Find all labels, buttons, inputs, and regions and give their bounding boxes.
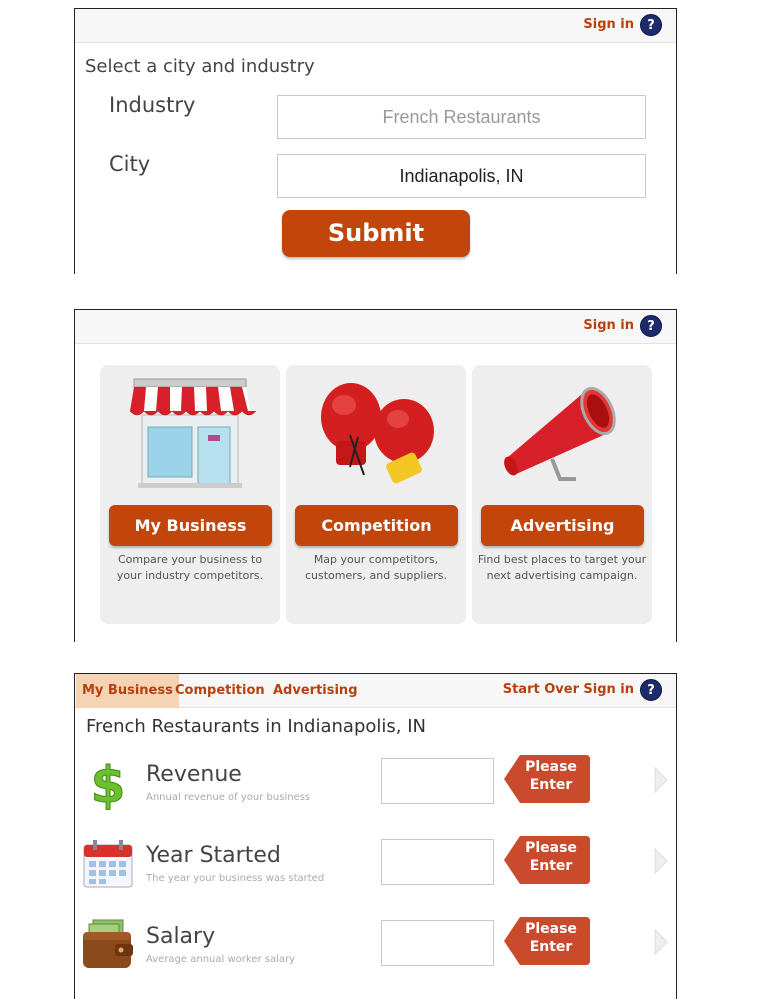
sign-in-link[interactable]: Sign in [583, 318, 634, 333]
card-description: Compare your business to your industry c… [116, 553, 264, 582]
boxing-gloves-icon [321, 383, 434, 484]
help-icon[interactable]: ? [640, 14, 662, 36]
row-subtitle: Annual revenue of your business [146, 792, 311, 803]
dollar-icon: $ [90, 756, 126, 810]
storefront-icon [129, 378, 257, 488]
row-subtitle: The year your business was started [146, 873, 325, 884]
revenue-row: $ Revenue Annual revenue of your busines… [75, 755, 676, 826]
tab-competition[interactable]: Competition [175, 674, 265, 708]
business-form-panel: My Business Competition Advertising Star… [74, 673, 677, 999]
competition-card[interactable]: Competition Map your competitors, custom… [286, 365, 466, 624]
row-title: Revenue [146, 762, 242, 787]
help-icon[interactable]: ? [640, 315, 662, 337]
please-enter-badge: Please Enter [525, 759, 577, 793]
submit-button[interactable]: Submit [282, 210, 470, 257]
top-bar: My Business Competition Advertising Star… [75, 674, 676, 708]
industry-input[interactable]: French Restaurants [277, 95, 646, 139]
top-bar: Sign in ? [75, 9, 676, 43]
card-description: Find best places to target your next adv… [477, 553, 647, 582]
row-subtitle: Average annual worker salary [146, 954, 296, 965]
year-started-input[interactable] [381, 839, 494, 885]
my-business-button[interactable]: My Business [109, 505, 272, 546]
competition-button[interactable]: Competition [295, 505, 458, 546]
advertising-button[interactable]: Advertising [481, 505, 644, 546]
city-industry-panel: Sign in ? Select a city and industry Ind… [74, 8, 677, 274]
row-title: Salary [146, 924, 216, 949]
svg-text:$: $ [91, 756, 126, 810]
tab-my-business[interactable]: My Business [76, 674, 179, 708]
advertising-card[interactable]: Advertising Find best places to target y… [472, 365, 652, 624]
sign-in-link[interactable]: Sign in [583, 17, 634, 32]
wallet-icon [83, 919, 133, 968]
category-panel: Sign in ? My Business Compare your busin… [74, 309, 677, 642]
please-enter-badge: Please Enter [525, 840, 577, 874]
top-bar: Sign in ? [75, 310, 676, 344]
calendar-icon [83, 840, 133, 888]
my-business-card[interactable]: My Business Compare your business to you… [100, 365, 280, 624]
industry-label: Industry [109, 93, 196, 117]
help-icon[interactable]: ? [640, 679, 662, 701]
please-enter-badge: Please Enter [525, 921, 577, 955]
card-description: Map your competitors, customers, and sup… [304, 553, 447, 582]
page-title: French Restaurants in Indianapolis, IN [86, 716, 426, 737]
salary-input[interactable] [381, 920, 494, 966]
next-arrow-icon[interactable] [653, 766, 669, 794]
salary-row: Salary Average annual worker salary Plea… [75, 917, 676, 988]
sign-in-link[interactable]: Sign in [583, 682, 634, 697]
year-started-row: Year Started The year your business was … [75, 836, 676, 907]
city-input[interactable]: Indianapolis, IN [277, 154, 646, 198]
city-label: City [109, 152, 151, 176]
next-arrow-icon[interactable] [653, 928, 669, 956]
tab-advertising[interactable]: Advertising [273, 674, 358, 708]
start-over-link[interactable]: Start Over [503, 682, 579, 697]
row-title: Year Started [146, 843, 281, 868]
megaphone-icon [504, 386, 616, 481]
revenue-input[interactable] [381, 758, 494, 804]
panel-heading: Select a city and industry [85, 56, 315, 77]
next-arrow-icon[interactable] [653, 847, 669, 875]
